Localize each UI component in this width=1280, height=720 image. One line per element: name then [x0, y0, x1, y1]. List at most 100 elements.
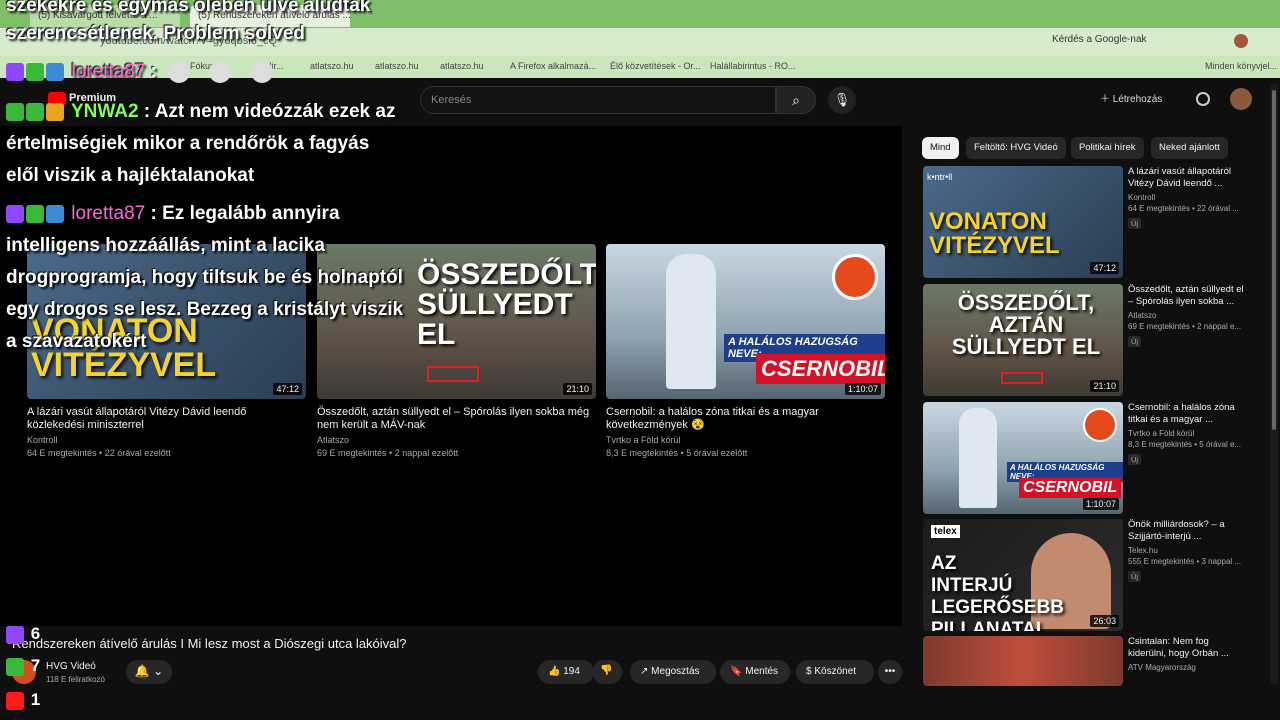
kick-viewer-count: 7 [6, 656, 40, 676]
notifications-icon[interactable] [1196, 92, 1210, 106]
like-button[interactable]: 👍 194 [538, 660, 594, 684]
thanks-label: Köszönet [814, 666, 857, 677]
endscreen-thumbnail[interactable]: A HALÁLOS HAZUGSÁG NEVE: CSERNOBIL 1:10:… [606, 244, 885, 399]
twitch-badge-icon [6, 204, 24, 223]
search-input[interactable]: Keresés [420, 86, 776, 114]
chevron-down-icon: ⌄ [149, 664, 164, 678]
bookmark[interactable]: Minden könyvjel... [1205, 61, 1277, 71]
chip-politics[interactable]: Politikai hírek [1071, 137, 1144, 159]
mic-icon: 🎙 [833, 92, 851, 107]
chat-line: egy drogos se lesz. Bezzeg a kristályt v… [6, 294, 403, 326]
ask-google-button[interactable]: Kérdés a Google-nak [1052, 34, 1147, 45]
recommendation-meta: 555 E megtekintés • 3 nappal ... [1128, 557, 1242, 566]
chat-line: YNWA2 : Azt nem videózzák ezek az [6, 96, 395, 128]
notification-bell-button[interactable]: 🔔 ⌄ [126, 660, 172, 684]
subscriber-count: 118 E feliratkozó [46, 675, 105, 684]
chat-text: a szavazatokért [6, 331, 147, 352]
profile-avatar[interactable] [1234, 34, 1248, 48]
account-avatar[interactable] [1230, 88, 1252, 110]
recommendation-title[interactable]: A lázári vasút állapotáról Vitézy Dávid … [1128, 166, 1248, 190]
recommendation-title[interactable]: Csintalan: Nem fog kiderülni, hogy Orbán… [1128, 636, 1248, 660]
chip-recommended[interactable]: Neked ajánlott [1151, 137, 1228, 159]
voice-search-button[interactable]: 🎙 [828, 86, 856, 114]
bookmark[interactable]: A Firefox alkalmazá... [510, 61, 596, 71]
recommendation-channel[interactable]: Atlatszo [1128, 311, 1248, 320]
share-button[interactable]: ↗ Megosztás [630, 660, 716, 684]
thumb-text: ÖSSZEDŐLT, AZTÁN SÜLLYEDT EL [951, 290, 1101, 359]
endscreen-card[interactable]: A HALÁLOS HAZUGSÁG NEVE: CSERNOBIL 1:10:… [606, 244, 885, 458]
endscreen-title[interactable]: A lázári vasút állapotáról Vitézy Dávid … [27, 406, 306, 432]
recommendation-title[interactable]: Csernobil: a halálos zóna titkai és a ma… [1128, 402, 1248, 426]
kick-icon [6, 657, 24, 676]
emote-icon [250, 60, 273, 83]
video-title: Rendszereken átívelő árulás I Mi lesz mo… [12, 636, 407, 651]
recommendation-thumbnail[interactable]: A HALÁLOS HAZUGSÁG NEVE: CSERNOBIL 1:10:… [923, 402, 1123, 514]
save-button[interactable]: 🔖 Mentés [720, 660, 790, 684]
bookmark[interactable]: atlatszo.hu [310, 61, 354, 71]
bookmark[interactable]: Élő közvetítések - Or... [610, 61, 701, 71]
recommendation-info: Összedőlt, aztán süllyedt el – Spórolás … [1128, 284, 1248, 349]
search-button[interactable]: ⌕ [776, 86, 816, 114]
badge-icon [46, 102, 64, 121]
recommendation-info: Csernobil: a halálos zóna titkai és a ma… [1128, 402, 1248, 467]
endscreen-meta: 64 E megtekintés • 22 órával ezelőtt [27, 448, 171, 458]
create-button[interactable]: ＋ Létrehozás [1100, 90, 1162, 105]
endscreen-title[interactable]: Csernobil: a halálos zóna titkai és a ma… [606, 406, 885, 432]
dislike-button[interactable]: 👎 [592, 660, 622, 684]
screen: (5) Kisavargott felvette a ... (5) Rends… [0, 0, 1280, 720]
create-label: Létrehozás [1112, 94, 1163, 105]
recommendation-channel[interactable]: ATV Magyarország [1128, 663, 1248, 672]
recommendation-channel[interactable]: Kontroll [1128, 193, 1248, 202]
chip-uploader[interactable]: Feltöltő: HVG Videó [966, 137, 1066, 159]
chip-all[interactable]: Mind [922, 137, 959, 159]
recommendation-item[interactable]: telex AZ INTERJÚ LEGERŐSEBB PILLANATAI 2… [923, 519, 1263, 631]
channel-name[interactable]: HVG Videó [46, 661, 96, 672]
kontroll-logo: k•ntr•ll [927, 172, 953, 182]
chat-text: drogprogramja, hogy tiltsuk be és holnap… [6, 267, 403, 288]
endscreen-channel[interactable]: Atlatszo [317, 435, 596, 445]
endscreen-channel[interactable]: Kontroll [27, 435, 306, 445]
chat-line: drogprogramja, hogy tiltsuk be és holnap… [6, 262, 403, 294]
search-placeholder: Keresés [431, 94, 472, 106]
badge-icon [26, 102, 44, 121]
chat-text: szerencsétlenek. Problem solved [6, 23, 305, 44]
recommendation-item[interactable]: A HALÁLOS HAZUGSÁG NEVE: CSERNOBIL 1:10:… [923, 402, 1263, 514]
youtube-viewer-count: 1 [6, 690, 40, 710]
chat-text: elől viszik a hajléktalanokat [6, 165, 255, 186]
recommendation-channel[interactable]: Telex.hu [1128, 546, 1248, 555]
endscreen-title[interactable]: Összedőlt, aztán süllyedt el – Spórolás … [317, 406, 596, 432]
scrollbar-thumb[interactable] [1272, 90, 1276, 430]
bookmark[interactable]: atlatszo.hu [440, 61, 484, 71]
thumb-text: ÖSSZEDŐLT, SÜLLYEDT EL [417, 258, 596, 351]
more-actions-button[interactable]: ••• [878, 660, 902, 684]
duration-badge: 1:10:07 [844, 383, 881, 395]
recommendation-thumbnail[interactable] [923, 636, 1123, 686]
endscreen-channel[interactable]: Tvrtko a Föld körül [606, 435, 885, 445]
recommendation-thumbnail[interactable]: telex AZ INTERJÚ LEGERŐSEBB PILLANATAI 2… [923, 519, 1123, 631]
sub-badge-icon [46, 62, 64, 81]
chat-username: loretta87 [71, 203, 146, 224]
duration-badge: 1:10:07 [1082, 498, 1119, 510]
recommendation-meta: 64 E megtekintés • 22 órával ... [1128, 204, 1239, 213]
recommendation-info: A lázári vasút állapotáról Vitézy Dávid … [1128, 166, 1248, 231]
share-label: Megosztás [651, 666, 700, 677]
bookmark[interactable]: atlatszo.hu [375, 61, 419, 71]
recommendation-title[interactable]: Önök milliárdosok? – a Szijjártó-interjú… [1128, 519, 1248, 543]
hazmat-figure [959, 408, 997, 508]
recommendation-thumbnail[interactable]: k•ntr•ll VONATON VITÉZYVEL 47:12 [923, 166, 1123, 278]
thanks-button[interactable]: $ Köszönet [796, 660, 874, 684]
recommendation-channel[interactable]: Tvrtko a Föld körül [1128, 429, 1248, 438]
recommendation-title[interactable]: Összedőlt, aztán süllyedt el – Spórolás … [1128, 284, 1248, 308]
bookmark[interactable]: Halállabirintus - RO... [710, 61, 796, 71]
recommendation-item[interactable]: k•ntr•ll VONATON VITÉZYVEL 47:12 A lázár… [923, 166, 1263, 278]
recommendation-item[interactable]: Csintalan: Nem fog kiderülni, hogy Orbán… [923, 636, 1263, 686]
chat-line: a szavazatokért [6, 326, 146, 358]
chat-text: intelligens hozzáállás, mint a lacika [6, 235, 325, 256]
recommendation-thumbnail[interactable]: ÖSSZEDŐLT, AZTÁN SÜLLYEDT EL 21:10 [923, 284, 1123, 396]
recommendation-item[interactable]: ÖSSZEDŐLT, AZTÁN SÜLLYEDT EL 21:10 Össze… [923, 284, 1263, 396]
twitch-badge-icon [6, 62, 24, 81]
telex-logo: telex [931, 525, 960, 538]
atlatszo-stamp-icon [427, 366, 479, 382]
chat-text: : Azt nem videózzák ezek az [143, 101, 396, 122]
badge-icon [6, 102, 24, 121]
